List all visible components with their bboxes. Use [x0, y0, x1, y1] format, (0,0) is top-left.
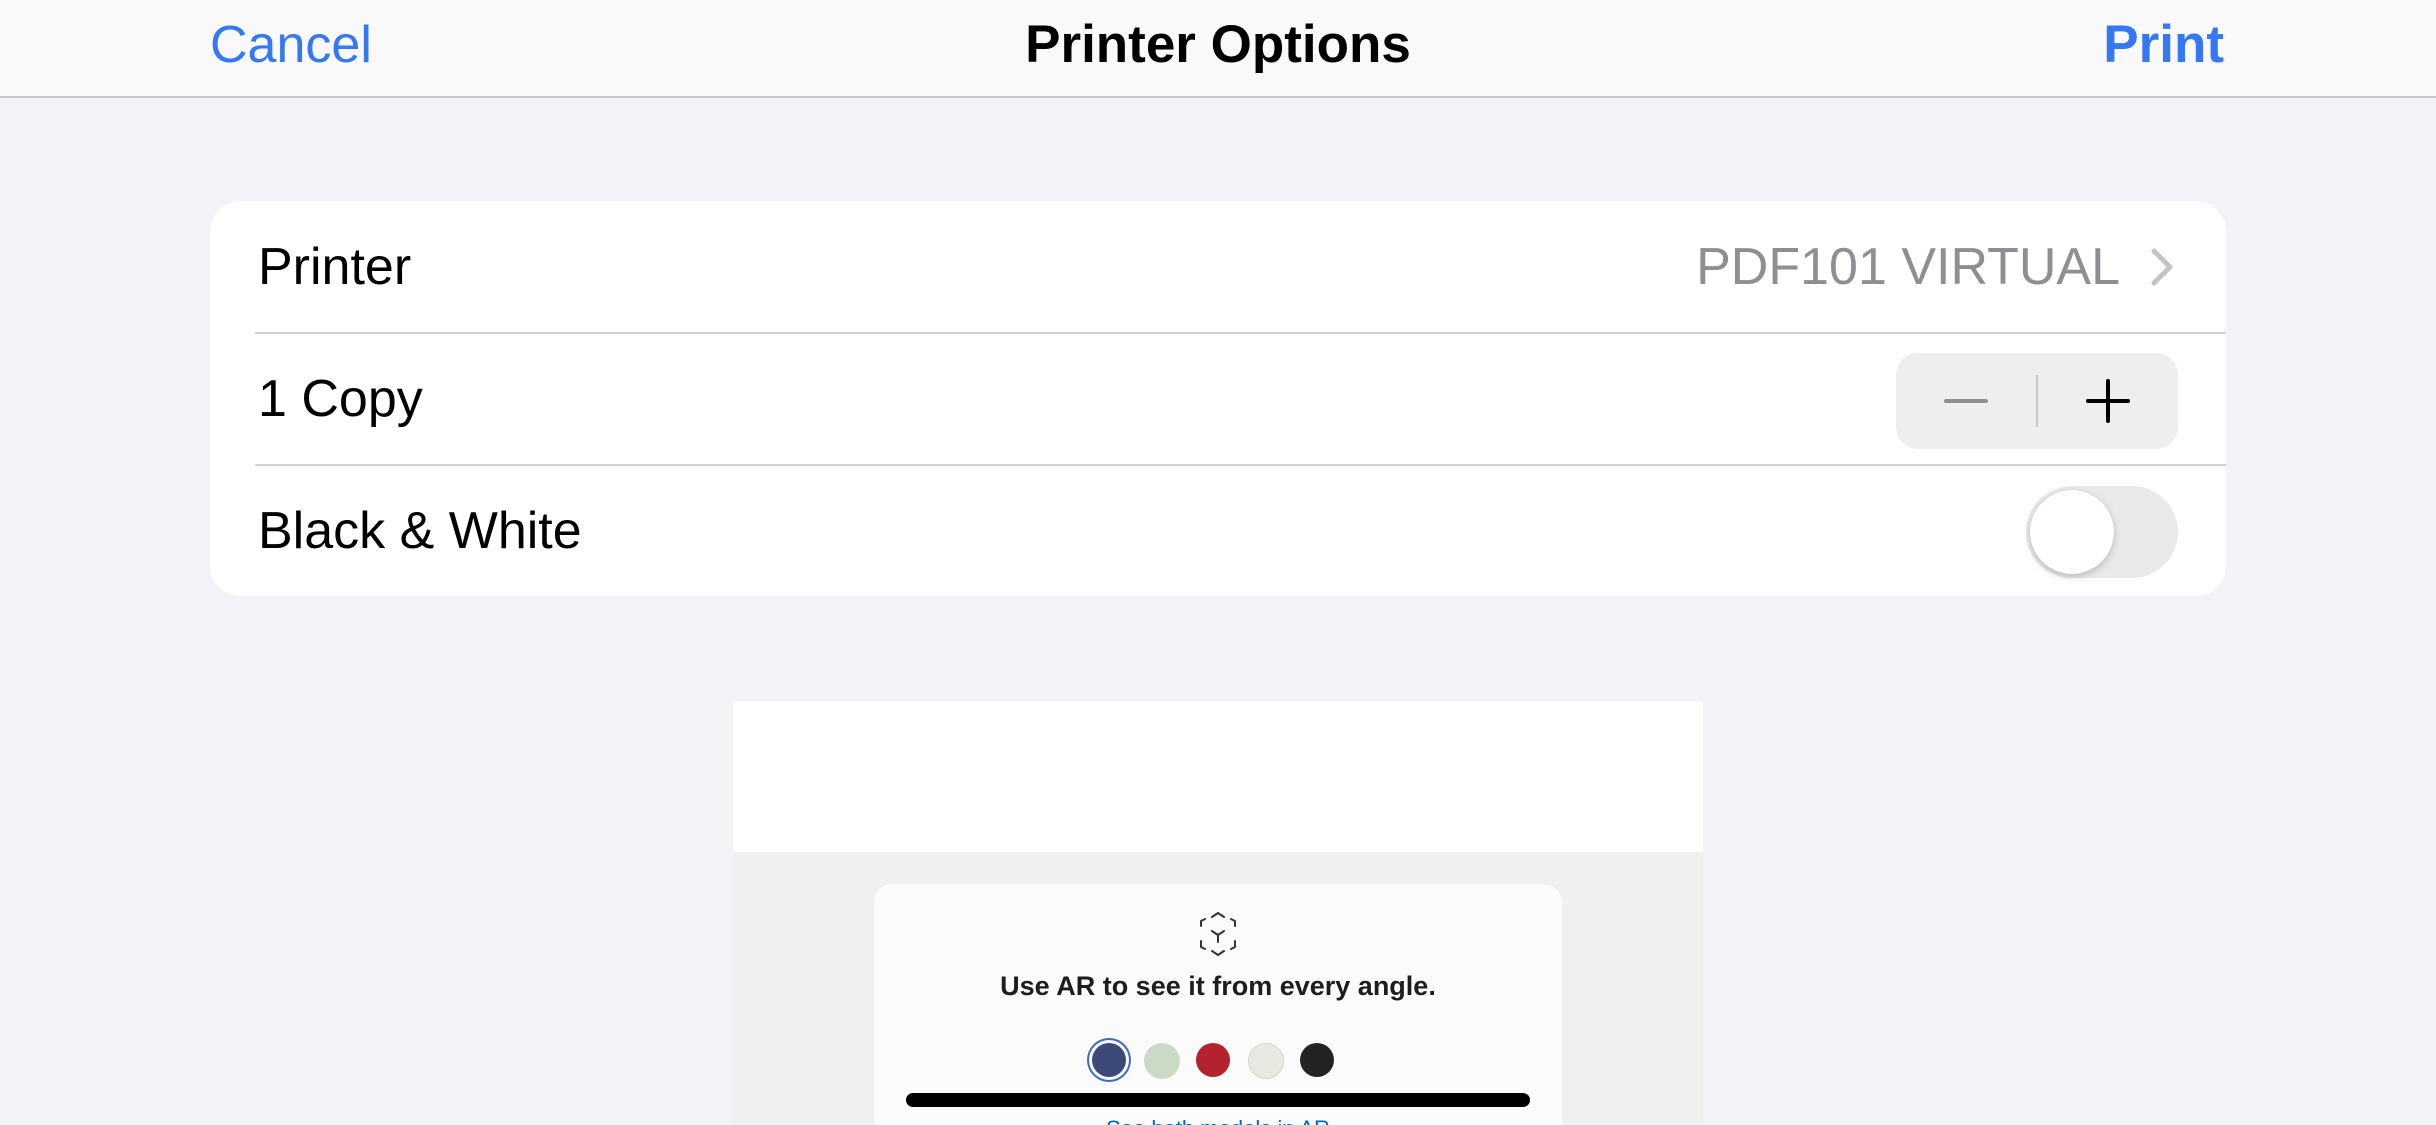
copies-stepper[interactable] [1896, 353, 2178, 449]
ar-bar [906, 1093, 1530, 1107]
color-swatch[interactable] [1248, 1043, 1284, 1079]
color-swatch[interactable] [1092, 1043, 1126, 1077]
printer-row[interactable]: Printer PDF101 VIRTUAL [210, 201, 2226, 333]
print-button[interactable]: Print [2103, 14, 2224, 76]
black-white-label: Black & White [258, 502, 582, 560]
decrement-button[interactable] [1896, 353, 2036, 449]
copies-label: 1 Copy [258, 370, 423, 428]
plus-icon [2086, 379, 2130, 423]
black-white-toggle[interactable] [2026, 486, 2178, 578]
printer-options-group: Printer PDF101 VIRTUAL 1 Copy Black & Wh… [210, 201, 2226, 596]
navigation-bar: Cancel Printer Options Print [0, 0, 2436, 98]
ar-prompt-text: Use AR to see it from every angle. [1000, 971, 1436, 1001]
minus-icon [1944, 399, 1988, 403]
copies-row: 1 Copy [210, 333, 2226, 465]
ar-promo-card: Use AR to see it from every angle. See b… [874, 884, 1562, 1125]
chevron-right-icon [2151, 248, 2173, 286]
print-preview[interactable]: Use AR to see it from every angle. See b… [733, 701, 1703, 1125]
ar-cube-icon [1200, 912, 1236, 956]
printer-label: Printer [258, 238, 412, 296]
color-swatches [874, 1040, 1562, 1080]
printer-value: PDF101 VIRTUAL [1696, 238, 2120, 296]
toggle-knob [2030, 490, 2114, 574]
increment-button[interactable] [2038, 353, 2178, 449]
black-white-row: Black & White [210, 465, 2226, 596]
color-swatch[interactable] [1300, 1043, 1334, 1077]
preview-page-header [733, 701, 1703, 852]
page-title: Printer Options [1025, 15, 1411, 74]
color-swatch[interactable] [1196, 1043, 1230, 1077]
color-swatch[interactable] [1144, 1043, 1180, 1079]
ar-link[interactable]: See both models in AR [874, 1115, 1562, 1125]
